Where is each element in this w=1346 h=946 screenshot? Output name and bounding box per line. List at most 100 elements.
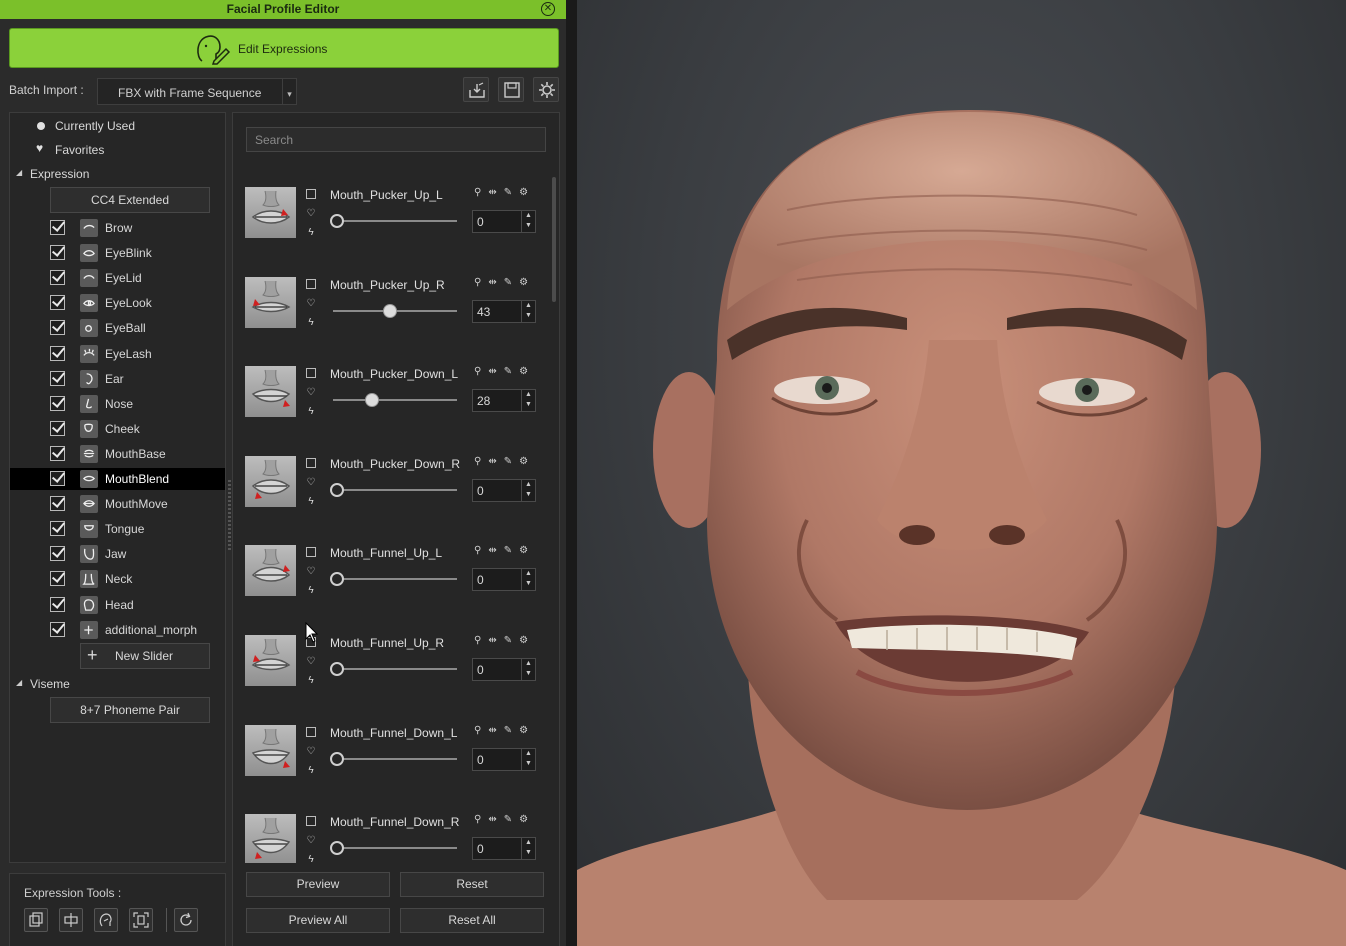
category-item-cheek[interactable]: Cheek [10, 418, 225, 440]
tree-item-expression[interactable]: ◢ Expression [10, 163, 225, 185]
spin-arrows-icon[interactable]: ▲ ▼ [521, 569, 535, 591]
heart-icon[interactable]: ♡ [305, 387, 317, 399]
reset-button[interactable]: Reset [400, 872, 544, 897]
fit-tool-button[interactable] [129, 908, 153, 932]
lightning-icon[interactable]: ϟ [305, 317, 317, 329]
value-spinbox[interactable]: 0 ▲ ▼ [472, 568, 536, 592]
category-checkbox[interactable] [50, 496, 65, 512]
slider-track[interactable] [333, 757, 457, 760]
value-spinbox[interactable]: 28 ▲ ▼ [472, 389, 536, 413]
heart-icon[interactable]: ♡ [305, 208, 317, 220]
slider-handle[interactable] [330, 662, 344, 676]
category-checkbox[interactable] [50, 270, 65, 286]
slider-handle[interactable] [330, 572, 344, 587]
morph-actions-icons[interactable]: ⚲⇹✎⚙ [474, 725, 535, 736]
slider-handle[interactable] [330, 841, 344, 856]
refresh-tool-button[interactable] [174, 908, 198, 932]
category-item-eyelid[interactable]: EyeLid [10, 267, 225, 289]
expression-profile-button[interactable]: CC4 Extended [50, 187, 210, 213]
category-checkbox[interactable] [50, 571, 65, 587]
slider-track[interactable] [333, 488, 457, 491]
tree-item-favorites[interactable]: ♥ Favorites [10, 139, 225, 161]
spin-arrows-icon[interactable]: ▲ ▼ [521, 479, 535, 501]
slider-track[interactable] [333, 847, 457, 850]
category-item-eyeblink[interactable]: EyeBlink [10, 242, 225, 264]
heart-icon[interactable]: ♡ [305, 656, 317, 668]
category-checkbox[interactable] [50, 546, 65, 562]
batch-import-dropdown[interactable]: FBX with Frame Sequence ▾ [97, 78, 297, 105]
spin-arrows-icon[interactable]: ▲ ▼ [521, 300, 535, 322]
category-item-head[interactable]: Head [10, 594, 225, 616]
category-item-brow[interactable]: Brow [10, 217, 225, 239]
select-checkbox[interactable] [306, 726, 316, 737]
slider-handle[interactable] [364, 393, 379, 408]
close-icon[interactable]: ✕ [541, 2, 555, 16]
slider-track[interactable] [333, 399, 457, 402]
morph-actions-icons[interactable]: ⚲⇹✎⚙ [474, 545, 535, 556]
edit-expressions-button[interactable]: Edit Expressions [9, 28, 559, 68]
category-item-mouthblend[interactable]: MouthBlend [10, 468, 225, 490]
spin-arrows-icon[interactable]: ▲ ▼ [521, 659, 535, 680]
select-checkbox[interactable] [306, 278, 316, 289]
value-spinbox[interactable]: 0 ▲ ▼ [472, 210, 536, 233]
slider-track[interactable] [333, 578, 457, 581]
slider-handle[interactable] [330, 751, 344, 766]
scrollbar[interactable] [552, 177, 556, 302]
category-checkbox[interactable] [50, 395, 65, 411]
category-item-ear[interactable]: Ear [10, 368, 225, 390]
morph-actions-icons[interactable]: ⚲⇹✎⚙ [474, 366, 535, 377]
category-item-eyelash[interactable]: EyeLash [10, 343, 225, 365]
slider-handle[interactable] [330, 482, 344, 497]
new-slider-button[interactable]: + New Slider [80, 643, 210, 669]
3d-viewport[interactable] [577, 0, 1346, 946]
lightning-icon[interactable]: ϟ [305, 854, 317, 863]
morph-actions-icons[interactable]: ⚲⇹✎⚙ [474, 814, 535, 825]
select-checkbox[interactable] [306, 189, 316, 199]
value-spinbox[interactable]: 0 ▲ ▼ [472, 747, 536, 771]
copy-tool-button[interactable] [24, 908, 48, 932]
morph-actions-icons[interactable]: ⚲⇹✎⚙ [474, 277, 535, 288]
save-button[interactable] [498, 77, 524, 102]
lightning-icon[interactable]: ϟ [305, 227, 317, 239]
spin-arrows-icon[interactable]: ▲ ▼ [521, 390, 535, 412]
slider-track[interactable] [333, 668, 457, 670]
category-checkbox[interactable] [50, 521, 65, 537]
lightning-icon[interactable]: ϟ [305, 765, 317, 777]
category-checkbox[interactable] [50, 295, 65, 311]
slider-handle[interactable] [330, 214, 344, 228]
category-item-eyeball[interactable]: EyeBall [10, 317, 225, 339]
import-button[interactable] [463, 77, 489, 102]
panel-splitter-handle[interactable] [228, 480, 231, 550]
lightning-icon[interactable]: ϟ [305, 406, 317, 418]
category-item-eyelook[interactable]: EyeLook [10, 292, 225, 314]
title-bar[interactable]: Facial Profile Editor ✕ [0, 0, 566, 19]
heart-icon[interactable]: ♡ [305, 566, 317, 578]
spin-arrows-icon[interactable]: ▲ ▼ [521, 748, 535, 770]
category-item-additional-morph[interactable]: additional_morph [10, 619, 225, 641]
category-checkbox[interactable] [50, 445, 65, 461]
category-checkbox[interactable] [50, 345, 65, 361]
spin-arrows-icon[interactable]: ▲ ▼ [521, 211, 535, 232]
lightning-icon[interactable]: ϟ [305, 496, 317, 508]
heart-icon[interactable]: ♡ [305, 835, 317, 847]
viseme-profile-button[interactable]: 8+7 Phoneme Pair [50, 697, 210, 723]
value-spinbox[interactable]: 0 ▲ ▼ [472, 658, 536, 681]
value-spinbox[interactable]: 0 ▲ ▼ [472, 478, 536, 502]
category-checkbox[interactable] [50, 471, 65, 486]
slider-handle[interactable] [383, 303, 398, 318]
mirror-tool-button[interactable] [59, 908, 83, 932]
category-checkbox[interactable] [50, 596, 65, 612]
morph-actions-icons[interactable]: ⚲⇹✎⚙ [474, 187, 535, 198]
tree-item-currently-used[interactable]: Currently Used [10, 115, 225, 137]
select-checkbox[interactable] [306, 816, 316, 827]
category-checkbox[interactable] [50, 220, 65, 235]
category-item-mouthmove[interactable]: MouthMove [10, 493, 225, 515]
category-checkbox[interactable] [50, 320, 65, 336]
preview-button[interactable]: Preview [246, 872, 390, 897]
morph-actions-icons[interactable]: ⚲⇹✎⚙ [474, 456, 535, 467]
category-item-nose[interactable]: Nose [10, 393, 225, 415]
category-item-jaw[interactable]: Jaw [10, 543, 225, 565]
category-checkbox[interactable] [50, 370, 65, 386]
preview-all-button[interactable]: Preview All [246, 908, 390, 933]
category-checkbox[interactable] [50, 621, 65, 637]
